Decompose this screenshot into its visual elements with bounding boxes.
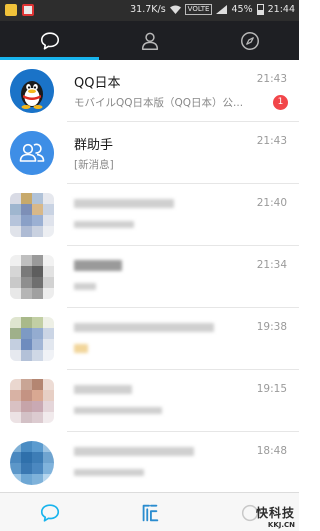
signal-icon — [216, 5, 228, 14]
blurred-title — [74, 447, 194, 456]
conversation-time: 21:34 — [256, 259, 287, 271]
conversation-time: 21:43 — [256, 73, 287, 85]
blurred-title — [74, 199, 174, 208]
blurred-title — [74, 260, 122, 271]
avatar — [10, 131, 54, 175]
blurred-preview — [74, 407, 162, 414]
qq-penguin-icon — [10, 69, 54, 113]
top-tab-bar — [0, 21, 299, 60]
tab-contacts[interactable] — [100, 21, 199, 60]
conversation-preview: [新消息] — [74, 159, 114, 171]
conversation-title: QQ日本 — [74, 76, 121, 91]
volte-indicator: VOLTE — [184, 4, 213, 15]
notification-app-icon — [5, 4, 17, 16]
blurred-avatar-image — [10, 193, 54, 237]
group-helper-icon — [10, 131, 54, 175]
blurred-avatar-image — [10, 379, 54, 423]
qzone-icon — [142, 504, 158, 521]
conversation-item[interactable]: 19:15 — [0, 370, 299, 432]
blurred-preview — [74, 283, 96, 290]
status-bar: 31.7K/s VOLTE 45% 21:44 — [0, 0, 299, 21]
conversation-item[interactable]: 21:40 — [0, 184, 299, 246]
avatar — [10, 379, 54, 423]
blurred-preview — [74, 469, 144, 476]
tab-messages[interactable] — [0, 21, 99, 60]
blurred-preview — [74, 344, 88, 353]
avatar — [10, 317, 54, 361]
conversation-preview: モバイルQQ日本版（QQ日本）公... — [74, 97, 244, 109]
conversation-time: 21:40 — [256, 197, 287, 209]
conversation-time: 19:38 — [256, 321, 287, 333]
status-time: 21:44 — [267, 4, 295, 15]
chat-bubble-icon — [40, 503, 59, 522]
blurred-preview — [74, 221, 134, 228]
person-icon — [141, 32, 158, 50]
avatar — [10, 255, 54, 299]
avatar — [10, 193, 54, 237]
compass-icon — [240, 31, 259, 50]
conversation-item[interactable]: 18:48 — [0, 432, 299, 492]
wifi-icon — [169, 5, 181, 14]
conversation-list: QQ日本 モバイルQQ日本版（QQ日本）公... 21:43 1 群助手 [新消… — [0, 60, 299, 492]
chat-bubble-icon — [40, 31, 59, 50]
conversation-item[interactable]: 21:34 — [0, 246, 299, 308]
blurred-avatar-image — [10, 255, 54, 299]
conversation-item-qq-japan[interactable]: QQ日本 モバイルQQ日本版（QQ日本）公... 21:43 1 — [0, 60, 299, 122]
conversation-item[interactable]: 19:38 — [0, 308, 299, 370]
bottom-tab-chat[interactable] — [0, 493, 99, 531]
conversation-time: 18:48 — [256, 445, 287, 457]
blurred-avatar-image — [10, 441, 54, 485]
bottom-tab-bar: 快科技 KKJ.CN — [0, 492, 299, 531]
notification-app-icon — [22, 4, 34, 16]
conversation-item-group-helper[interactable]: 群助手 [新消息] 21:43 — [0, 122, 299, 184]
blurred-avatar-image — [10, 317, 54, 361]
blurred-title — [74, 385, 132, 394]
battery-percent: 45% — [231, 4, 253, 15]
bottom-tab-qzone[interactable] — [100, 493, 199, 531]
conversation-time: 21:43 — [256, 135, 287, 147]
tab-discover[interactable] — [200, 21, 299, 60]
watermark: 快科技 KKJ.CN — [256, 504, 295, 529]
watermark-text: 快科技 — [255, 506, 295, 520]
network-speed: 31.7K/s — [130, 4, 166, 15]
unread-badge: 1 — [273, 95, 288, 110]
avatar — [10, 69, 54, 113]
blurred-title — [74, 323, 214, 332]
avatar — [10, 441, 54, 485]
conversation-title: 群助手 — [74, 138, 114, 153]
battery-icon — [256, 4, 264, 15]
watermark-url: KKJ.CN — [267, 521, 295, 529]
conversation-time: 19:15 — [256, 383, 287, 395]
